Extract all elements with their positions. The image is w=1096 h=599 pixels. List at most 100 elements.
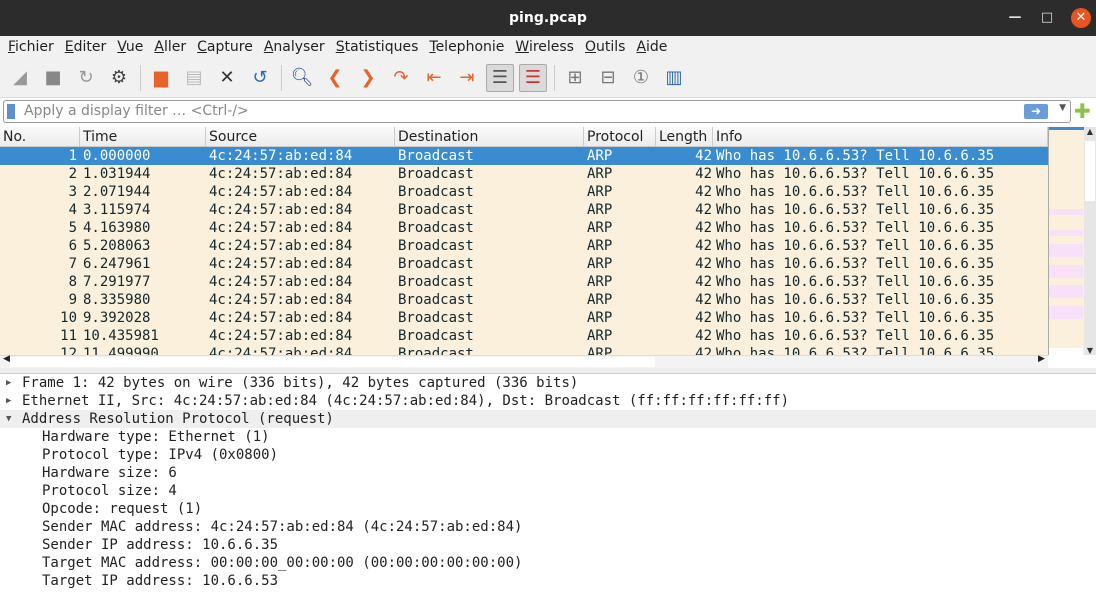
tree-item-arp-field[interactable]: Sender IP address: 10.6.6.35 xyxy=(0,536,1096,554)
packet-row[interactable]: 1 0.000000 4c:24:57:ab:ed:84 Broadcast ARP 42… xyxy=(0,147,1048,165)
cell-length: 42 xyxy=(695,346,712,355)
tree-item-arp-field[interactable]: Hardware type: Ethernet (1) xyxy=(0,428,1096,446)
menu-wireless[interactable]: Wireless xyxy=(511,36,581,58)
cell-time: 8.335980 xyxy=(83,292,151,308)
cell-source: 4c:24:57:ab:ed:84 xyxy=(209,328,353,344)
add-filter-button-plus-icon[interactable]: ✚ xyxy=(1074,101,1091,121)
cell-protocol: ARP xyxy=(587,274,613,290)
menu-capture[interactable]: Capture xyxy=(193,36,260,58)
tree-item-frame[interactable]: ▶ Frame 1: 42 bytes on wire (336 bits), 4… xyxy=(0,374,1096,392)
search-icon[interactable]: 🔍︎ xyxy=(288,64,316,92)
expand-arrow-icon[interactable]: ▶ xyxy=(6,374,11,392)
menu-aller[interactable]: Aller xyxy=(150,36,193,58)
tree-item-arp-field[interactable]: Sender MAC address: 4c:24:57:ab:ed:84 (4… xyxy=(0,518,1096,536)
menu-editer[interactable]: Editer xyxy=(61,36,114,58)
packet-row[interactable]: 4 3.115974 4c:24:57:ab:ed:84 Broadcast ARP 42… xyxy=(0,201,1048,219)
open-folder-icon[interactable]: ▆ xyxy=(147,64,175,92)
minimize-icon[interactable]: — xyxy=(1005,8,1025,28)
cell-source: 4c:24:57:ab:ed:84 xyxy=(209,346,353,355)
stop-icon[interactable]: ■ xyxy=(39,64,67,92)
cell-info: Who has 10.6.6.53? Tell 10.6.6.35 xyxy=(716,256,995,272)
back-icon[interactable]: ❮ xyxy=(321,64,349,92)
collapse-arrow-icon[interactable]: ▼ xyxy=(6,410,11,428)
close-icon[interactable]: ✕ xyxy=(1071,8,1091,28)
zoom-out-icon[interactable]: ⊟ xyxy=(594,64,622,92)
packet-row[interactable]: 12 11.499990 4c:24:57:ab:ed:84 Broadcast ARP… xyxy=(0,345,1048,355)
shark-fin-start-icon[interactable]: ◢ xyxy=(6,64,34,92)
menu-telephonie[interactable]: Telephonie xyxy=(425,36,511,58)
horizontal-scrollbar[interactable]: ◀ ▶ xyxy=(0,354,1048,368)
normal-size-icon[interactable]: ① xyxy=(627,64,655,92)
tree-item-arp-field[interactable]: Target MAC address: 00:00:00_00:00:00 (0… xyxy=(0,554,1096,572)
maximize-icon[interactable]: □ xyxy=(1037,8,1057,28)
first-packet-icon[interactable]: ⇤ xyxy=(420,64,448,92)
tree-item-arp-field[interactable]: Protocol size: 4 xyxy=(0,482,1096,500)
packet-minimap[interactable] xyxy=(1048,127,1084,355)
packet-row[interactable]: 9 8.335980 4c:24:57:ab:ed:84 Broadcast ARP 42… xyxy=(0,291,1048,309)
column-header-no[interactable]: No. xyxy=(0,127,80,146)
zoom-in-icon[interactable]: ⊞ xyxy=(561,64,589,92)
packet-row[interactable]: 2 1.031944 4c:24:57:ab:ed:84 Broadcast ARP 42… xyxy=(0,165,1048,183)
restart-icon[interactable]: ↻ xyxy=(72,64,100,92)
options-gear-icon[interactable]: ⚙ xyxy=(105,64,133,92)
cell-time: 7.291977 xyxy=(83,274,151,290)
packet-row[interactable]: 5 4.163980 4c:24:57:ab:ed:84 Broadcast ARP 42… xyxy=(0,219,1048,237)
tree-item-arp-field[interactable]: Hardware size: 6 xyxy=(0,464,1096,482)
cell-info: Who has 10.6.6.53? Tell 10.6.6.35 xyxy=(716,166,995,182)
tree-item-arp[interactable]: ▼ Address Resolution Protocol (request) xyxy=(0,410,1096,428)
forward-icon[interactable]: ❯ xyxy=(354,64,382,92)
cell-length: 42 xyxy=(695,328,712,344)
cell-destination: Broadcast xyxy=(398,310,474,326)
cell-destination: Broadcast xyxy=(398,256,474,272)
cell-info: Who has 10.6.6.53? Tell 10.6.6.35 xyxy=(716,238,995,254)
packet-row[interactable]: 8 7.291977 4c:24:57:ab:ed:84 Broadcast ARP 42… xyxy=(0,273,1048,291)
cell-destination: Broadcast xyxy=(398,346,474,355)
cell-info: Who has 10.6.6.53? Tell 10.6.6.35 xyxy=(716,148,995,164)
column-header-source[interactable]: Source xyxy=(206,127,395,146)
vertical-scrollbar[interactable]: ▲ ▼ xyxy=(1084,127,1096,355)
file-icon[interactable]: ▤ xyxy=(180,64,208,92)
tree-item-arp-field[interactable]: Protocol type: IPv4 (0x0800) xyxy=(0,446,1096,464)
menu-analyser[interactable]: Analyser xyxy=(260,36,332,58)
resize-columns-icon[interactable]: ▥ xyxy=(660,64,688,92)
tree-item-arp-field[interactable]: Opcode: request (1) xyxy=(0,500,1096,518)
tree-item-ethernet[interactable]: ▶ Ethernet II, Src: 4c:24:57:ab:ed:84 (4c… xyxy=(0,392,1096,410)
cell-info: Who has 10.6.6.53? Tell 10.6.6.35 xyxy=(716,202,995,218)
chevron-down-icon[interactable]: ▼ xyxy=(1059,103,1066,113)
packet-row[interactable]: 6 5.208063 4c:24:57:ab:ed:84 Broadcast ARP 42… xyxy=(0,237,1048,255)
menu-vue[interactable]: Vue xyxy=(113,36,150,58)
last-packet-icon[interactable]: ⇥ xyxy=(453,64,481,92)
cell-protocol: ARP xyxy=(587,310,613,326)
packet-row[interactable]: 3 2.071944 4c:24:57:ab:ed:84 Broadcast ARP 42… xyxy=(0,183,1048,201)
cell-protocol: ARP xyxy=(587,148,613,164)
menu-statistiques[interactable]: Statistiques xyxy=(332,36,426,58)
menu-fichier[interactable]: Fichier xyxy=(4,36,61,58)
cell-length: 42 xyxy=(695,292,712,308)
colorize-icon[interactable]: ☰ xyxy=(519,63,547,92)
column-header-destination[interactable]: Destination xyxy=(395,127,584,146)
menu-outils[interactable]: Outils xyxy=(581,36,632,58)
cell-source: 4c:24:57:ab:ed:84 xyxy=(209,238,353,254)
apply-filter-arrow-icon[interactable]: ➜ xyxy=(1024,104,1048,119)
display-filter-input[interactable]: Apply a display filter … <Ctrl-/> ➜ ▼ xyxy=(3,100,1071,123)
close-file-icon[interactable]: ✕ xyxy=(213,64,241,92)
column-header-info[interactable]: Info xyxy=(713,127,1048,146)
cell-time: 6.247961 xyxy=(83,256,151,272)
goto-icon[interactable]: ↷ xyxy=(387,64,415,92)
autoscroll-icon[interactable]: ☰ xyxy=(486,63,514,92)
cell-info: Who has 10.6.6.53? Tell 10.6.6.35 xyxy=(716,274,995,290)
packet-row[interactable]: 10 9.392028 4c:24:57:ab:ed:84 Broadcast ARP 4… xyxy=(0,309,1048,327)
menu-aide[interactable]: Aide xyxy=(632,36,674,58)
column-header-protocol[interactable]: Protocol xyxy=(584,127,656,146)
cell-no: 2 xyxy=(68,166,77,182)
cell-destination: Broadcast xyxy=(398,184,474,200)
column-header-time[interactable]: Time xyxy=(80,127,206,146)
toolbar-separator xyxy=(554,64,555,91)
expand-arrow-icon[interactable]: ▶ xyxy=(6,392,11,410)
packet-row[interactable]: 11 10.435981 4c:24:57:ab:ed:84 Broadcast ARP… xyxy=(0,327,1048,345)
reload-file-icon[interactable]: ↺ xyxy=(246,64,274,92)
packet-row[interactable]: 7 6.247961 4c:24:57:ab:ed:84 Broadcast ARP 42… xyxy=(0,255,1048,273)
column-header-length[interactable]: Length xyxy=(656,127,713,146)
tree-item-arp-field[interactable]: Target IP address: 10.6.6.53 xyxy=(0,572,1096,590)
bookmark-icon[interactable] xyxy=(7,104,15,119)
